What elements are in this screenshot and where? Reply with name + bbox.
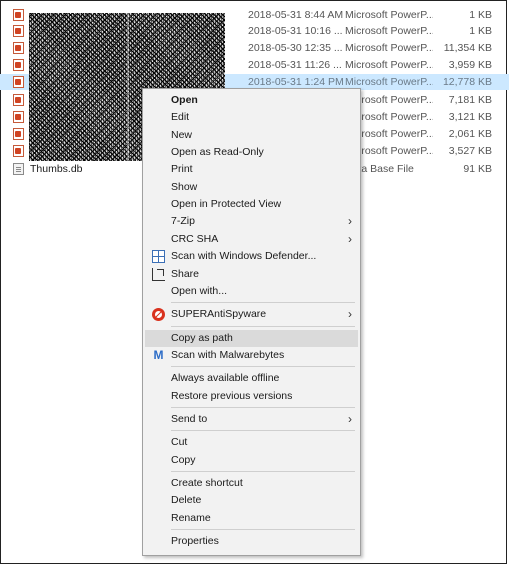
menu-item-copy[interactable]: Copy (145, 452, 358, 469)
menu-item-label: Open as Read-Only (171, 146, 264, 159)
menu-item-delete[interactable]: Delete (145, 492, 358, 509)
file-size: 3,527 KB (448, 145, 492, 157)
windows-defender-icon (152, 250, 165, 264)
file-date-modified: 2018-05-31 8:44 AM (248, 9, 344, 21)
menu-item-open-as-read-only[interactable]: Open as Read-Only (145, 144, 358, 161)
menu-item-label: Send to (171, 412, 208, 425)
menu-item-open-with[interactable]: Open with... (145, 283, 358, 300)
share-icon (152, 267, 165, 281)
file-date-modified: 2018-05-31 11:26 ... (248, 59, 342, 71)
powerpoint-file-icon (13, 59, 24, 71)
menu-item-label: Open (171, 94, 198, 106)
file-size: 11,354 KB (443, 42, 492, 54)
menu-item-edit[interactable]: Edit (145, 109, 358, 126)
context-menu: Open Edit New Open as Read-Only Print Show Ope… (142, 88, 361, 556)
file-type: Microsoft PowerP... (345, 25, 433, 37)
powerpoint-file-icon (13, 76, 24, 88)
menu-separator (171, 366, 355, 368)
menu-item-label: Scan with Windows Defender... (171, 250, 317, 263)
menu-item-label: Copy as path (171, 331, 233, 344)
menu-item-copy-as-path[interactable]: Copy as path (145, 329, 358, 347)
menu-item-scan-with-windows-defender[interactable]: Scan with Windows Defender... (145, 248, 358, 265)
file-type: Microsoft PowerP... (345, 42, 433, 54)
file-size: 91 KB (463, 163, 492, 175)
chevron-right-icon: › (348, 214, 352, 229)
file-date-modified: 2018-05-31 10:16 ... (248, 25, 343, 37)
file-size: 12,778 KB (442, 76, 492, 88)
powerpoint-file-icon (13, 94, 24, 106)
menu-item-label: New (171, 128, 193, 141)
menu-item-label: 7-Zip (171, 215, 195, 228)
menu-item-label: Open with... (171, 284, 228, 297)
menu-item-label: Cut (171, 436, 188, 449)
database-file-icon (13, 163, 24, 175)
powerpoint-file-icon (13, 25, 24, 37)
menu-item-restore-previous-versions[interactable]: Restore previous versions (145, 388, 358, 405)
menu-item-label: Print (171, 163, 193, 176)
menu-separator (171, 471, 355, 472)
chevron-right-icon: › (348, 231, 352, 246)
menu-item-label: Edit (171, 111, 190, 124)
menu-separator (171, 406, 355, 408)
menu-item-label: Scan with Malwarebytes (171, 348, 285, 361)
menu-item-7-zip[interactable]: 7-Zip › (145, 213, 358, 230)
file-date-modified: 2018-05-30 12:35 ... (248, 42, 343, 54)
file-type: Microsoft PowerP... (345, 59, 433, 71)
menu-item-always-available-offline[interactable]: Always available offline (145, 370, 358, 387)
menu-item-label: Properties (171, 535, 219, 548)
powerpoint-file-icon (13, 9, 24, 21)
menu-item-label: SUPERAntiSpyware (171, 308, 267, 321)
powerpoint-file-icon (13, 111, 24, 123)
file-size: 1 KB (469, 9, 492, 21)
menu-item-show[interactable]: Show (145, 179, 358, 196)
menu-item-label: Rename (171, 511, 211, 524)
file-name: Thumbs.db (30, 163, 83, 175)
menu-item-superantispyware[interactable]: SUPERAntiSpyware › (145, 306, 358, 323)
menu-item-send-to[interactable]: Send to › (145, 411, 358, 428)
menu-item-label: Restore previous versions (171, 389, 293, 402)
menu-item-rename[interactable]: Rename (145, 510, 358, 527)
file-size: 3,121 KB (448, 111, 492, 123)
menu-separator (171, 325, 355, 327)
chevron-right-icon: › (348, 307, 352, 322)
menu-item-share[interactable]: Share (145, 266, 358, 283)
menu-item-label: Always available offline (171, 372, 280, 385)
menu-item-properties[interactable]: Properties (145, 533, 358, 550)
file-size: 7,181 KB (448, 94, 492, 106)
file-type: Microsoft PowerP... (345, 76, 433, 88)
menu-item-label: Open in Protected View (171, 198, 282, 211)
menu-item-print[interactable]: Print (145, 161, 358, 178)
menu-item-label: Share (171, 267, 200, 280)
file-date-modified: 2018-05-31 1:24 PM (248, 76, 344, 88)
menu-item-open-in-protected-view[interactable]: Open in Protected View (145, 196, 358, 213)
menu-item-label: Copy (171, 453, 196, 466)
superantispyware-icon (152, 308, 165, 322)
menu-item-new[interactable]: New (145, 127, 358, 144)
menu-item-label: Show (171, 180, 198, 193)
menu-item-scan-with-malwarebytes[interactable]: Scan with Malwarebytes (145, 347, 358, 364)
menu-item-crc-sha[interactable]: CRC SHA › (145, 231, 358, 248)
menu-item-open[interactable]: Open (145, 92, 358, 109)
file-size: 3,959 KB (448, 59, 492, 71)
menu-item-label: Delete (171, 494, 202, 507)
menu-item-create-shortcut[interactable]: Create shortcut (145, 475, 358, 492)
file-size: 2,061 KB (448, 128, 492, 140)
menu-item-cut[interactable]: Cut (145, 434, 358, 451)
file-type: Microsoft PowerP... (345, 9, 433, 21)
powerpoint-file-icon (13, 145, 24, 157)
file-size: 1 KB (469, 25, 492, 37)
menu-item-label: CRC SHA (171, 232, 219, 245)
menu-separator (171, 529, 355, 531)
powerpoint-file-icon (13, 42, 24, 54)
menu-item-label: Create shortcut (171, 477, 243, 489)
powerpoint-file-icon (13, 128, 24, 140)
menu-separator (171, 302, 355, 304)
chevron-right-icon: › (348, 411, 352, 426)
menu-separator (171, 430, 355, 432)
malwarebytes-icon (152, 349, 165, 362)
